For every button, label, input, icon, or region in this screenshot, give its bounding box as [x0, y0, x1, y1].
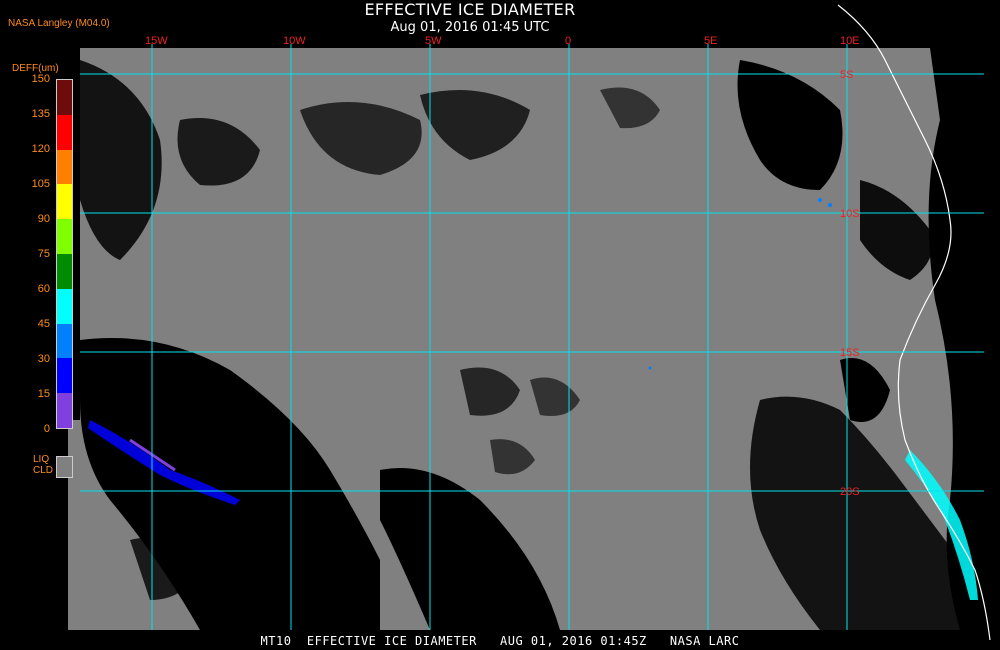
liquid-cloud-label: LIQ CLD	[33, 454, 53, 476]
legend-tick: 150	[31, 73, 50, 85]
colorbar-swatch	[57, 219, 72, 254]
liquid-cloud-swatch	[56, 456, 73, 478]
colorbar-swatch	[57, 393, 72, 428]
legend-tick: 45	[37, 318, 50, 330]
colorbar-swatch	[57, 80, 72, 115]
lon-label-10e: 10E	[840, 35, 860, 47]
lat-label-20s: 20S	[840, 486, 860, 498]
colorbar-swatch	[57, 358, 72, 394]
colorbar-swatch	[57, 288, 72, 324]
legend-tick: 15	[37, 388, 50, 400]
lat-label-10s: 10S	[840, 208, 860, 220]
colorbar	[56, 79, 73, 429]
lon-label-15w: 15W	[145, 35, 168, 47]
colorbar-swatch	[57, 323, 72, 359]
lat-label-5s: 5S	[840, 69, 853, 81]
footer-caption: MT10 EFFECTIVE ICE DIAMETER AUG 01, 2016…	[260, 634, 740, 648]
satellite-map: 15W 10W 5W 0 5E 10E 5S 10S 15S 20S	[68, 4, 991, 641]
colorbar-swatch	[57, 253, 72, 289]
liquid-label-line1: LIQ	[33, 454, 50, 465]
legend-tick: 90	[37, 213, 50, 225]
credit-label: NASA Langley (M04.0)	[8, 18, 110, 29]
map-title: EFFECTIVE ICE DIAMETER	[364, 0, 576, 19]
legend-tick: 120	[31, 143, 50, 155]
legend-tick: 30	[37, 353, 50, 365]
colorbar-swatch	[57, 184, 72, 220]
legend-tick: 0	[43, 423, 50, 435]
lat-label-15s: 15S	[840, 347, 860, 359]
colorbar-swatch	[57, 149, 72, 185]
legend-tick: 105	[31, 178, 50, 190]
colorbar-swatch	[57, 114, 72, 150]
lon-label-5e: 5E	[704, 35, 717, 47]
lon-label-5w: 5W	[425, 35, 442, 47]
lon-label-0: 0	[565, 35, 571, 47]
liquid-label-line2: CLD	[33, 465, 54, 476]
map-timestamp: Aug 01, 2016 01:45 UTC	[390, 20, 550, 35]
legend-tick: 135	[31, 108, 50, 120]
lon-label-10w: 10W	[283, 35, 306, 47]
legend-tick: 75	[37, 248, 50, 260]
legend-tick: 60	[37, 283, 50, 295]
